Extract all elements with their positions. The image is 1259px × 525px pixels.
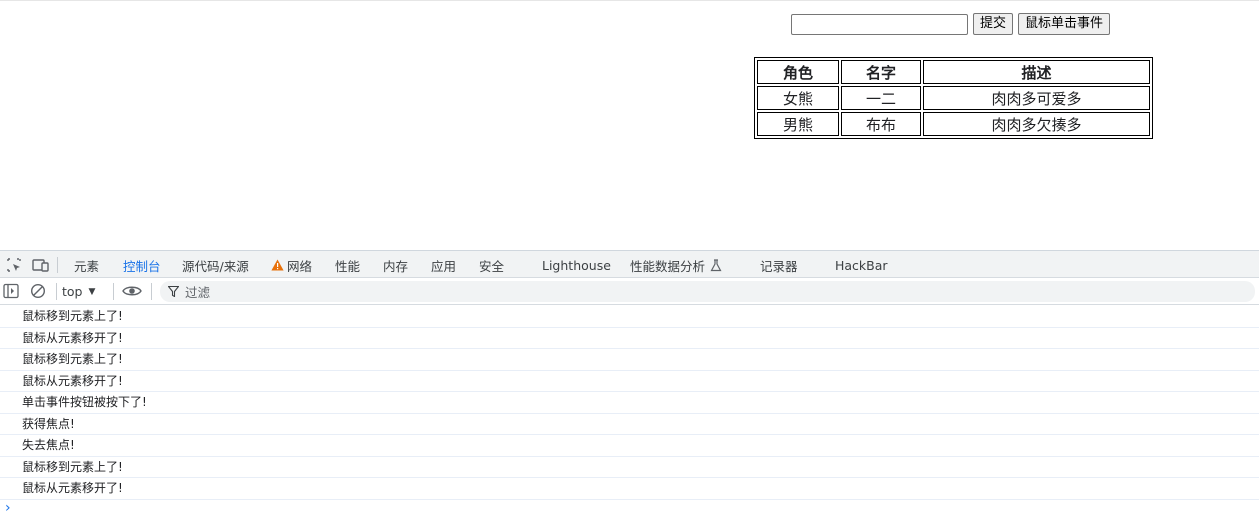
toolbar-divider	[113, 283, 114, 300]
filter-placeholder: 过滤	[185, 285, 211, 300]
header-role: 角色	[757, 60, 839, 84]
flask-icon	[710, 258, 722, 271]
console-message: 单击事件按钮被按下了!	[0, 392, 1259, 414]
tab-elements[interactable]: 元素	[74, 251, 99, 279]
tab-performance-insights-label: 性能数据分析	[630, 258, 706, 274]
cell-description: 肉肉多可爱多	[923, 86, 1150, 110]
console-message: 鼠标移到元素上了!	[0, 306, 1259, 328]
console-message: 鼠标移到元素上了!	[0, 457, 1259, 478]
console-message: 鼠标从元素移开了!	[0, 328, 1259, 349]
tab-performance-insights[interactable]: 性能数据分析	[630, 251, 722, 279]
sidebar-toggle-icon[interactable]	[3, 283, 19, 299]
header-name: 名字	[841, 60, 921, 84]
tab-recorder[interactable]: 记录器	[760, 251, 798, 279]
table-header-row: 角色 名字 描述	[757, 60, 1150, 84]
inspect-element-icon[interactable]	[5, 256, 23, 274]
clear-console-icon[interactable]	[30, 283, 46, 299]
tab-memory[interactable]: 内存	[383, 251, 408, 279]
text-input[interactable]	[791, 13, 968, 35]
devtools-panel: 元素 控制台 源代码/来源 网络 性能 内存 应用 安全 Lighthouse …	[0, 250, 1259, 525]
tab-lighthouse[interactable]: Lighthouse	[542, 251, 611, 279]
mouse-click-event-button[interactable]: 鼠标单击事件	[1018, 13, 1111, 35]
filter-input[interactable]: 过滤	[160, 281, 1255, 302]
console-messages: 鼠标移到元素上了! 鼠标从元素移开了! 鼠标移到元素上了! 鼠标从元素移开了! …	[0, 306, 1259, 500]
table-row: 女熊 一二 肉肉多可爱多	[757, 86, 1150, 110]
console-message: 鼠标从元素移开了!	[0, 478, 1259, 500]
event-form: 提交 鼠标单击事件	[791, 13, 1111, 35]
eye-icon[interactable]	[122, 284, 142, 298]
filter-icon	[168, 286, 179, 297]
warning-icon	[271, 259, 284, 271]
cell-role: 男熊	[757, 112, 839, 136]
tab-bar-divider	[57, 257, 58, 273]
device-toolbar-icon[interactable]	[32, 256, 50, 274]
cell-description: 肉肉多欠揍多	[923, 112, 1150, 136]
context-label: top	[62, 284, 83, 299]
tab-application[interactable]: 应用	[431, 251, 456, 279]
cell-name: 一二	[841, 86, 921, 110]
header-description: 描述	[923, 60, 1150, 84]
tab-network[interactable]: 网络	[271, 251, 312, 279]
console-message: 获得焦点!	[0, 414, 1259, 435]
tab-performance[interactable]: 性能	[335, 251, 360, 279]
tab-sources[interactable]: 源代码/来源	[182, 251, 249, 279]
tab-network-label: 网络	[287, 258, 313, 274]
console-message: 鼠标移到元素上了!	[0, 349, 1259, 371]
prompt-chevron-icon[interactable]: ›	[5, 500, 11, 516]
caret-down-icon: ▼	[88, 286, 96, 297]
console-message: 鼠标从元素移开了!	[0, 371, 1259, 392]
toolbar-divider	[56, 283, 57, 300]
console-message: 失去焦点!	[0, 435, 1259, 457]
table-row: 男熊 布布 肉肉多欠揍多	[757, 112, 1150, 136]
devtools-tab-bar: 元素 控制台 源代码/来源 网络 性能 内存 应用 安全 Lighthouse …	[0, 250, 1259, 280]
context-selector[interactable]: top ▼	[62, 282, 95, 301]
console-toolbar: top ▼ 过滤	[0, 278, 1259, 305]
bear-table: 角色 名字 描述 女熊 一二 肉肉多可爱多 男熊 布布 肉肉多欠揍多	[754, 57, 1153, 139]
toolbar-divider	[151, 283, 152, 300]
tab-security[interactable]: 安全	[479, 251, 504, 279]
tab-hackbar[interactable]: HackBar	[835, 251, 888, 279]
submit-button[interactable]: 提交	[973, 13, 1014, 35]
page-viewport: 提交 鼠标单击事件 角色 名字 描述 女熊 一二 肉肉多可爱多 男熊 布布 肉肉…	[0, 0, 1259, 250]
tab-console[interactable]: 控制台	[121, 251, 163, 280]
cell-name: 布布	[841, 112, 921, 136]
cell-role: 女熊	[757, 86, 839, 110]
